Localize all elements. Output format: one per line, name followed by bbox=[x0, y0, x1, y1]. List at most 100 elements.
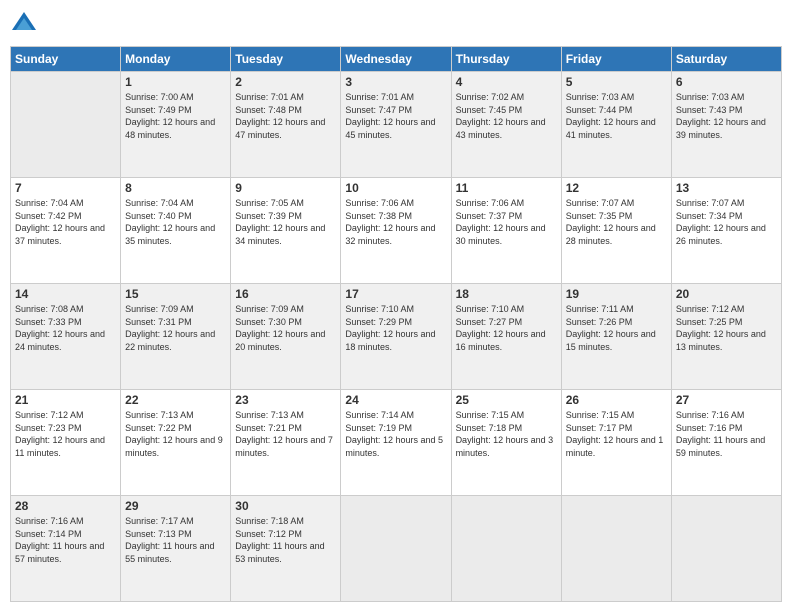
calendar-row: 7Sunrise: 7:04 AMSunset: 7:42 PMDaylight… bbox=[11, 178, 782, 284]
daylight-label: Daylight: 12 hours and 45 minutes. bbox=[345, 117, 435, 140]
day-number: 12 bbox=[566, 181, 667, 195]
calendar-cell: 2Sunrise: 7:01 AMSunset: 7:48 PMDaylight… bbox=[231, 72, 341, 178]
day-number: 2 bbox=[235, 75, 336, 89]
sunset-label: Sunset: 7:40 PM bbox=[125, 211, 192, 221]
day-info: Sunrise: 7:10 AMSunset: 7:27 PMDaylight:… bbox=[456, 303, 557, 353]
daylight-label: Daylight: 12 hours and 18 minutes. bbox=[345, 329, 435, 352]
calendar-row: 1 Sunrise: 7:00 AMSunset: 7:49 PMDaylight… bbox=[11, 72, 782, 178]
daylight-label: Daylight: 11 hours and 55 minutes. bbox=[125, 541, 214, 564]
day-info: Sunrise: 7:05 AMSunset: 7:39 PMDaylight:… bbox=[235, 197, 336, 247]
sunrise-label: Sunrise: 7:17 AM bbox=[125, 516, 194, 526]
sunset-label: Sunset: 7:45 PM bbox=[456, 105, 523, 115]
day-info: Sunrise: 7:18 AMSunset: 7:12 PMDaylight:… bbox=[235, 515, 336, 565]
calendar-cell: 26Sunrise: 7:15 AMSunset: 7:17 PMDayligh… bbox=[561, 390, 671, 496]
calendar-cell bbox=[11, 72, 121, 178]
day-number: 1 bbox=[125, 75, 226, 89]
day-number: 11 bbox=[456, 181, 557, 195]
day-number: 30 bbox=[235, 499, 336, 513]
day-info: Sunrise: 7:10 AMSunset: 7:29 PMDaylight:… bbox=[345, 303, 446, 353]
sunrise-label: Sunrise: 7:06 AM bbox=[345, 198, 414, 208]
calendar-cell: 30 Sunrise: 7:18 AMSunset: 7:12 PMDayligh… bbox=[231, 496, 341, 602]
calendar-table: SundayMondayTuesdayWednesdayThursdayFrid… bbox=[10, 46, 782, 602]
calendar-cell: 15Sunrise: 7:09 AMSunset: 7:31 PMDayligh… bbox=[121, 284, 231, 390]
daylight-label: Daylight: 12 hours and 34 minutes. bbox=[235, 223, 325, 246]
calendar-cell: 10Sunrise: 7:06 AMSunset: 7:38 PMDayligh… bbox=[341, 178, 451, 284]
sunrise-label: Sunrise: 7:04 AM bbox=[15, 198, 84, 208]
col-header-friday: Friday bbox=[561, 47, 671, 72]
day-info: Sunrise: 7:04 AM Sunset: 7:40 PM Daylight:… bbox=[125, 197, 226, 247]
day-info: Sunrise: 7:13 AMSunset: 7:22 PMDaylight:… bbox=[125, 409, 226, 459]
calendar-cell: 21Sunrise: 7:12 AMSunset: 7:23 PMDayligh… bbox=[11, 390, 121, 496]
daylight-label: Daylight: 12 hours and 35 minutes. bbox=[125, 223, 215, 246]
daylight-label: Daylight: 11 hours and 59 minutes. bbox=[676, 435, 765, 458]
day-number: 19 bbox=[566, 287, 667, 301]
calendar-cell: 7Sunrise: 7:04 AMSunset: 7:42 PMDaylight… bbox=[11, 178, 121, 284]
day-number: 29 bbox=[125, 499, 226, 513]
sunrise-label: Sunrise: 7:12 AM bbox=[676, 304, 745, 314]
calendar-cell: 8Sunrise: 7:04 AMSunset: 7:40 PMDaylight… bbox=[121, 178, 231, 284]
sunset-label: Sunset: 7:30 PM bbox=[235, 317, 302, 327]
day-info: Sunrise: 7:04 AMSunset: 7:42 PMDaylight:… bbox=[15, 197, 116, 247]
sunrise-label: Sunrise: 7:12 AM bbox=[15, 410, 84, 420]
sunset-label: Sunset: 7:33 PM bbox=[15, 317, 82, 327]
day-info: Sunrise: 7:00 AMSunset: 7:49 PMDaylight:… bbox=[125, 91, 226, 141]
daylight-label: Daylight: 12 hours and 39 minutes. bbox=[676, 117, 766, 140]
sunset-label: Sunset: 7:27 PM bbox=[456, 317, 523, 327]
sunrise-label: Sunrise: 7:00 AM bbox=[125, 92, 194, 102]
calendar-cell: 3Sunrise: 7:01 AMSunset: 7:47 PMDaylight… bbox=[341, 72, 451, 178]
calendar-cell bbox=[671, 496, 781, 602]
day-info: Sunrise: 7:03 AMSunset: 7:44 PMDaylight:… bbox=[566, 91, 667, 141]
calendar-cell: 23Sunrise: 7:13 AMSunset: 7:21 PMDayligh… bbox=[231, 390, 341, 496]
day-number: 16 bbox=[235, 287, 336, 301]
calendar-cell: 22Sunrise: 7:13 AMSunset: 7:22 PMDayligh… bbox=[121, 390, 231, 496]
calendar-cell: 12 Sunrise: 7:07 AMSunset: 7:35 PMDayligh… bbox=[561, 178, 671, 284]
daylight-label: Daylight: 12 hours and 20 minutes. bbox=[235, 329, 325, 352]
sunrise-label: Sunrise: 7:07 AM bbox=[566, 198, 635, 208]
sunrise-label: Sunrise: 7:13 AM bbox=[125, 410, 194, 420]
col-header-wednesday: Wednesday bbox=[341, 47, 451, 72]
calendar-cell: 13Sunrise: 7:07 AMSunset: 7:34 PMDayligh… bbox=[671, 178, 781, 284]
sunrise-label: Sunrise: 7:16 AM bbox=[676, 410, 745, 420]
sunrise-label: Sunrise: 7:04 AM bbox=[125, 198, 194, 208]
calendar-cell: 27Sunrise: 7:16 AMSunset: 7:16 PMDayligh… bbox=[671, 390, 781, 496]
sunset-label: Sunset: 7:23 PM bbox=[15, 423, 82, 433]
sunrise-label: Sunrise: 7:08 AM bbox=[15, 304, 84, 314]
calendar-cell: 11 Sunrise: 7:06 AMSunset: 7:37 PMDayligh… bbox=[451, 178, 561, 284]
col-header-saturday: Saturday bbox=[671, 47, 781, 72]
sunset-label: Sunset: 7:21 PM bbox=[235, 423, 302, 433]
page: SundayMondayTuesdayWednesdayThursdayFrid… bbox=[0, 0, 792, 612]
day-info: Sunrise: 7:03 AMSunset: 7:43 PMDaylight:… bbox=[676, 91, 777, 141]
daylight-label: Daylight: 12 hours and 1 minute. bbox=[566, 435, 664, 458]
day-info: Sunrise: 7:08 AMSunset: 7:33 PMDaylight:… bbox=[15, 303, 116, 353]
daylight-label: Daylight: 11 hours and 53 minutes. bbox=[235, 541, 324, 564]
daylight-label: Daylight: 12 hours and 9 minutes. bbox=[125, 435, 223, 458]
calendar-cell bbox=[341, 496, 451, 602]
sunrise-label: Sunrise: 7:01 AM bbox=[235, 92, 304, 102]
calendar-cell bbox=[451, 496, 561, 602]
day-info: Sunrise: 7:07 AMSunset: 7:35 PMDaylight:… bbox=[566, 197, 667, 247]
sunset-label: Sunset: 7:47 PM bbox=[345, 105, 412, 115]
daylight-label: Daylight: 12 hours and 16 minutes. bbox=[456, 329, 546, 352]
sunset-label: Sunset: 7:13 PM bbox=[125, 529, 192, 539]
sunrise-label: Sunrise: 7:09 AM bbox=[235, 304, 304, 314]
sunrise-label: Sunrise: 7:11 AM bbox=[566, 304, 634, 314]
calendar-cell: 4Sunrise: 7:02 AMSunset: 7:45 PMDaylight… bbox=[451, 72, 561, 178]
calendar-cell: 19Sunrise: 7:11 AMSunset: 7:26 PMDayligh… bbox=[561, 284, 671, 390]
calendar-cell: 18Sunrise: 7:10 AMSunset: 7:27 PMDayligh… bbox=[451, 284, 561, 390]
logo bbox=[10, 10, 42, 38]
header bbox=[10, 10, 782, 38]
day-number: 15 bbox=[125, 287, 226, 301]
day-info: Sunrise: 7:06 AMSunset: 7:38 PMDaylight:… bbox=[345, 197, 446, 247]
day-number: 23 bbox=[235, 393, 336, 407]
daylight-label: Daylight: 12 hours and 15 minutes. bbox=[566, 329, 656, 352]
calendar-cell bbox=[561, 496, 671, 602]
day-info: Sunrise: 7:16 AMSunset: 7:14 PMDaylight:… bbox=[15, 515, 116, 565]
day-info: Sunrise: 7:06 AMSunset: 7:37 PMDaylight:… bbox=[456, 197, 557, 247]
sunset-label: Sunset: 7:38 PM bbox=[345, 211, 412, 221]
sunset-label: Sunset: 7:44 PM bbox=[566, 105, 633, 115]
day-number: 21 bbox=[15, 393, 116, 407]
sunrise-label: Sunrise: 7:16 AM bbox=[15, 516, 84, 526]
sunset-label: Sunset: 7:14 PM bbox=[15, 529, 82, 539]
col-header-thursday: Thursday bbox=[451, 47, 561, 72]
calendar-header-row: SundayMondayTuesdayWednesdayThursdayFrid… bbox=[11, 47, 782, 72]
